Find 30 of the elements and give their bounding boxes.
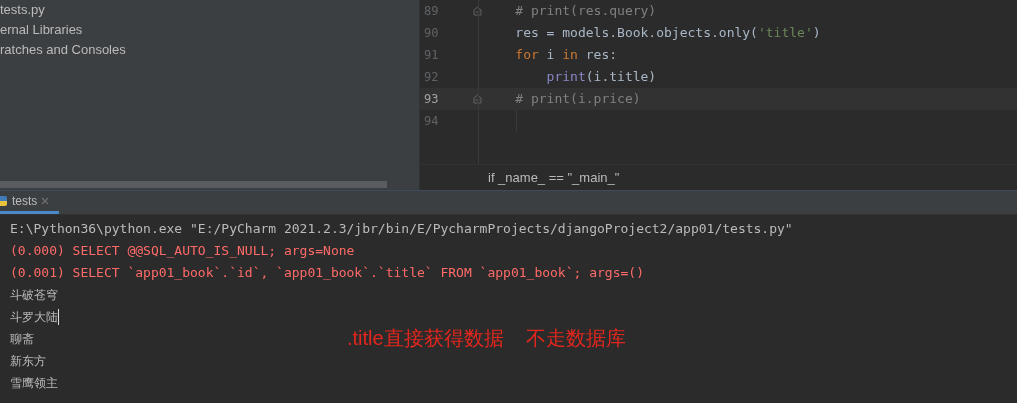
- fold-icon[interactable]: [473, 94, 482, 104]
- fold-icon[interactable]: [473, 6, 482, 16]
- line-number: 90: [423, 25, 440, 42]
- console-line: 聊斋: [10, 331, 34, 348]
- console-line: 斗破苍穹: [10, 287, 58, 304]
- line-number: 89: [423, 3, 440, 20]
- annotation-text: .title直接获得数据 不走数据库: [347, 326, 626, 351]
- console-line: E:\Python36\python.exe "E:/PyCharm 2021.2.3/jbr/bin/E/PycharmProjects/djangoProject2/app01/tests.py": [10, 220, 793, 239]
- breadcrumb[interactable]: if _name_ == "_main_": [488, 167, 620, 188]
- line-number: 91: [423, 47, 440, 64]
- console-line: 斗罗大陆: [10, 309, 58, 326]
- console-line: 雪鹰领主: [10, 375, 58, 392]
- code-line: print(i.title): [545, 68, 657, 87]
- tree-item[interactable]: ratches and Consoles: [0, 40, 419, 60]
- tree-item[interactable]: tests.py: [0, 0, 419, 20]
- tree-item[interactable]: ernal Libraries: [0, 20, 419, 40]
- scrollbar[interactable]: [0, 181, 387, 188]
- console-line: (0.000) SELECT @@SQL_AUTO_IS_NULL; args=None: [10, 242, 355, 261]
- code-line: for i in res:: [514, 46, 618, 65]
- line-number: 94: [423, 113, 440, 130]
- close-icon[interactable]: [41, 197, 50, 205]
- python-icon: [0, 195, 8, 207]
- line-number: 92: [423, 69, 440, 86]
- code-line: # print(i.price): [514, 90, 641, 109]
- code-line: # print(res.query): [514, 2, 657, 21]
- console-line: 新东方: [10, 353, 46, 370]
- code-line: res = models.Book.objects.only('title'): [514, 24, 821, 43]
- console-line: (0.001) SELECT `app01_book`.`id`, `app01_book`.`title` FROM `app01_book`; args=(): [10, 264, 644, 283]
- run-tab[interactable]: tests: [0, 191, 60, 214]
- line-number: 93: [423, 91, 440, 108]
